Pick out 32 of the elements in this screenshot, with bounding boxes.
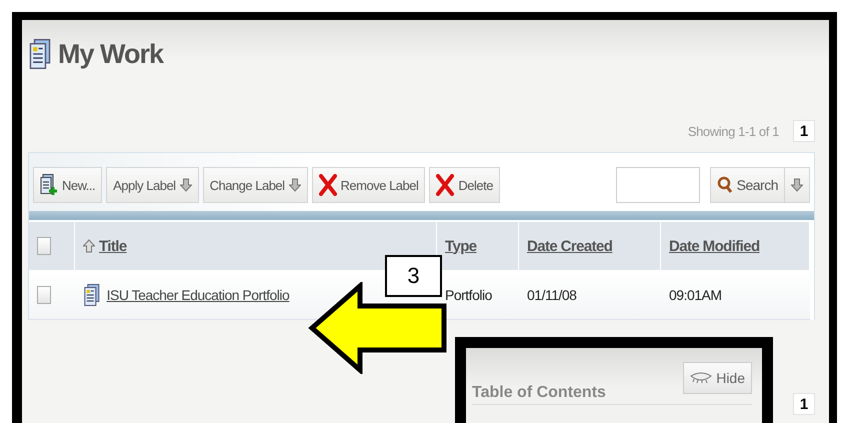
down-arrow-icon — [791, 178, 803, 192]
sort-up-icon — [83, 239, 95, 253]
page-number[interactable]: 1 — [793, 120, 815, 142]
select-all-checkbox[interactable] — [37, 237, 51, 255]
inset-title: Table of Contents — [472, 384, 606, 402]
portfolio-link[interactable]: ISU Teacher Education Portfolio — [106, 286, 290, 302]
search-icon — [716, 176, 733, 194]
table-cell: 09:01AM — [669, 286, 722, 302]
row-checkbox[interactable] — [37, 286, 51, 304]
down-arrow-icon — [288, 178, 301, 192]
column-header[interactable]: Title — [83, 238, 127, 254]
callout-number: 3 — [385, 255, 442, 297]
table-cell: Portfolio — [445, 286, 492, 302]
toolbar-button[interactable]: New... — [33, 167, 102, 203]
showing-count: Showing 1-1 of 1 — [688, 124, 779, 138]
new-document-icon — [40, 174, 58, 196]
toolbar-button[interactable]: Remove Label — [312, 167, 426, 203]
hide-button[interactable]: Hide — [683, 362, 752, 394]
toolbar-button[interactable]: Change Label — [202, 167, 308, 203]
page-title: My Work — [58, 38, 164, 70]
table-cell: 01/11/08 — [527, 286, 576, 302]
x-icon — [436, 174, 454, 196]
page-number[interactable]: 1 — [793, 393, 815, 415]
down-arrow-icon — [180, 178, 192, 192]
document-icon — [83, 284, 101, 306]
eye-closed-icon — [690, 372, 712, 384]
x-icon — [318, 174, 337, 196]
toolbar-button[interactable]: Apply Label — [106, 167, 199, 203]
column-header[interactable]: Type — [445, 238, 476, 254]
toolbar-button[interactable]: Delete — [429, 167, 500, 203]
search-field[interactable] — [616, 167, 700, 203]
documents-icon — [28, 39, 52, 69]
